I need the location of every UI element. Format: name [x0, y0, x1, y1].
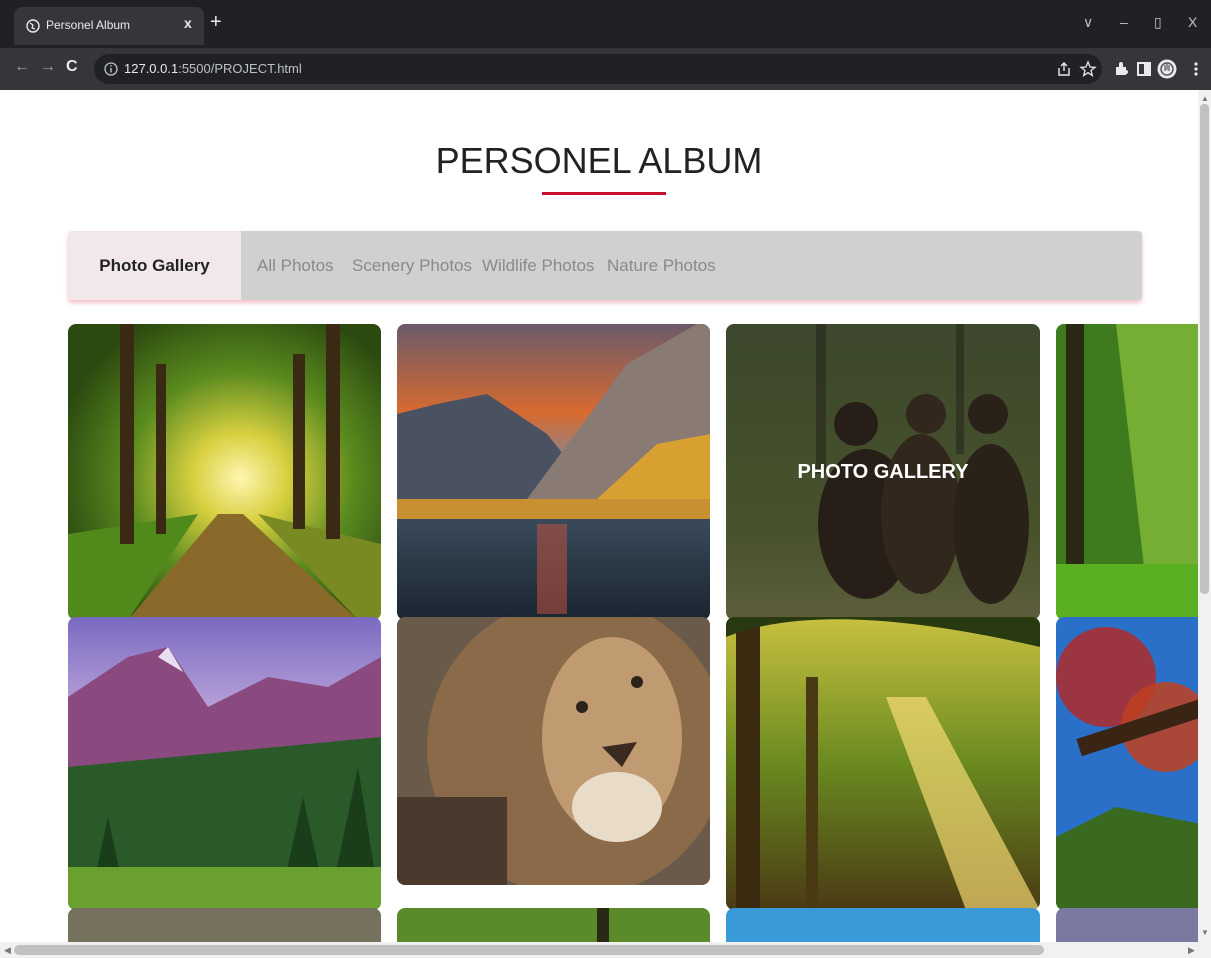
minimize-button[interactable]: –: [1120, 14, 1128, 30]
nav-photo-gallery[interactable]: Photo Gallery: [68, 231, 241, 300]
back-button[interactable]: ←: [14, 58, 30, 76]
close-tab-icon[interactable]: x: [184, 15, 192, 31]
reload-button[interactable]: C: [66, 58, 78, 76]
close-window-button[interactable]: X: [1188, 14, 1197, 30]
title-underline: [542, 192, 666, 195]
vertical-scrollbar[interactable]: ▲ ▼: [1198, 90, 1211, 942]
scroll-right-icon[interactable]: ▶: [1188, 945, 1195, 956]
scroll-down-icon[interactable]: ▼: [1201, 928, 1209, 937]
star-icon[interactable]: [1079, 60, 1097, 78]
photo-bear-cubs[interactable]: PHOTO GALLERY: [726, 324, 1040, 620]
forward-button[interactable]: →: [40, 58, 56, 76]
globe-icon: [26, 19, 40, 33]
horizontal-scrollbar[interactable]: ◀ ▶: [0, 942, 1211, 958]
photo-lion[interactable]: [397, 617, 710, 885]
nav-all-photos[interactable]: All Photos: [257, 256, 334, 276]
photo-sunlit-forest[interactable]: [1056, 324, 1198, 620]
nav-wildlife-photos[interactable]: Wildlife Photos: [482, 256, 594, 276]
vertical-scroll-thumb[interactable]: [1200, 104, 1209, 594]
url-text: 127.0.0.1:5500/PROJECT.html: [124, 61, 302, 76]
nav-scenery-photos[interactable]: Scenery Photos: [352, 256, 472, 276]
scroll-left-icon[interactable]: ◀: [4, 945, 11, 956]
tab-title: Personel Album: [46, 18, 131, 32]
maximize-button[interactable]: ▯: [1154, 14, 1162, 31]
page-title: PERSONEL ALBUM: [435, 140, 763, 181]
browser-toolbar: ← → C 127.0.0.1:5500/PROJECT.html: [0, 48, 1211, 90]
kebab-menu-icon[interactable]: [1187, 60, 1205, 78]
photo-overlay: PHOTO GALLERY: [726, 324, 1040, 620]
address-bar[interactable]: 127.0.0.1:5500/PROJECT.html: [94, 54, 1102, 84]
photo-purple-mountains[interactable]: [68, 617, 381, 910]
profile-avatar-icon[interactable]: [1157, 59, 1177, 79]
gallery-nav: Photo Gallery All Photos Scenery Photos …: [68, 231, 1142, 300]
sidebar-icon[interactable]: [1135, 60, 1153, 78]
photo-overlay-caption: PHOTO GALLERY: [797, 460, 969, 483]
photo-row3-2[interactable]: [397, 908, 710, 942]
extensions-icon[interactable]: [1113, 60, 1131, 78]
photo-row3-3[interactable]: [726, 908, 1040, 942]
nav-nature-photos[interactable]: Nature Photos: [607, 256, 716, 276]
photo-mountain-lake[interactable]: [397, 324, 710, 620]
page-viewport: PERSONEL ALBUM Photo Gallery All Photos …: [0, 90, 1198, 942]
photo-row3-4[interactable]: [1056, 908, 1198, 942]
info-icon[interactable]: [104, 62, 118, 76]
browser-tab-bar: Personel Album x + ∨ – ▯ X: [0, 0, 1211, 48]
scroll-up-icon[interactable]: ▲: [1201, 94, 1209, 103]
photo-forest-path[interactable]: [68, 324, 381, 620]
browser-tab[interactable]: Personel Album x: [14, 7, 204, 45]
photo-autumn-tree[interactable]: [1056, 617, 1198, 910]
tab-search-chevron-icon[interactable]: ∨: [1083, 14, 1093, 31]
photo-forest-light-rays[interactable]: [726, 617, 1040, 910]
new-tab-button[interactable]: +: [210, 12, 222, 32]
share-icon[interactable]: [1055, 60, 1073, 78]
photo-row3-1[interactable]: [68, 908, 381, 942]
horizontal-scroll-thumb[interactable]: [14, 945, 1044, 955]
